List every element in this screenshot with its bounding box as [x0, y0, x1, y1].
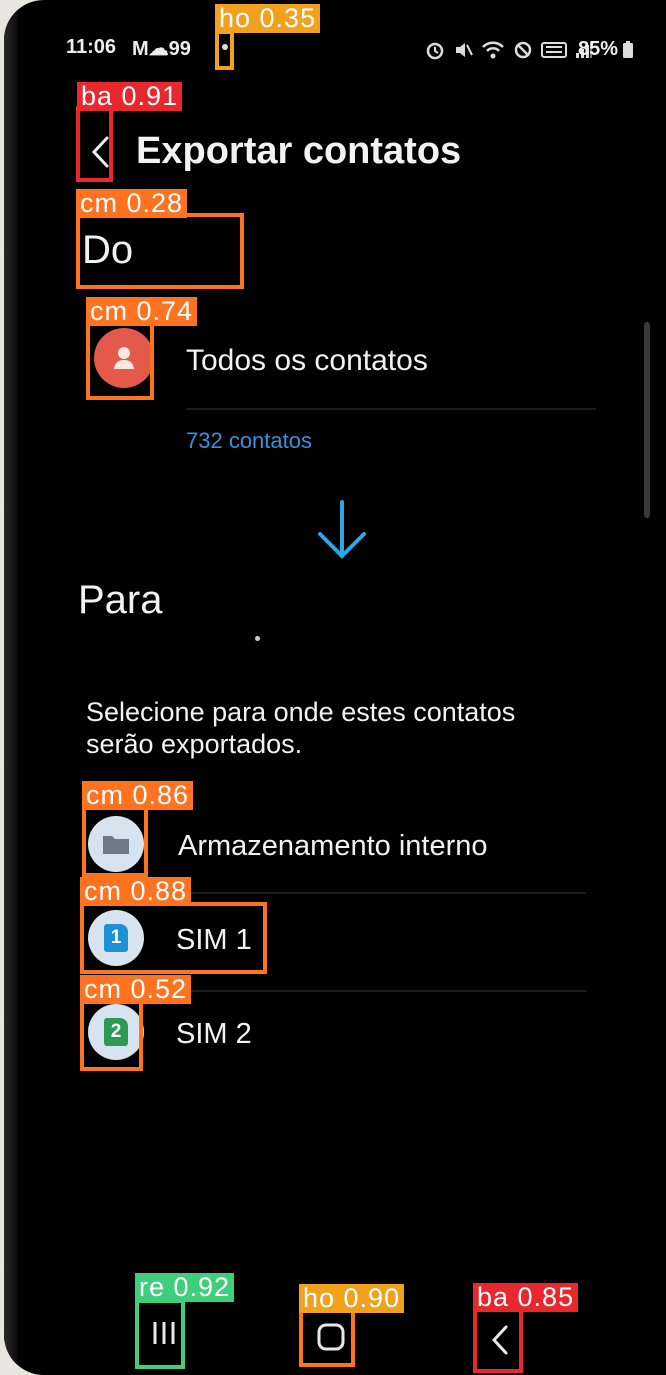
- scrollbar[interactable]: [644, 322, 650, 518]
- instruction-line-1: Selecione para onde estes contatos: [86, 697, 516, 727]
- source-label: Todos os contatos: [186, 344, 428, 377]
- detection-label: ho 0.35: [215, 4, 321, 33]
- status-battery: 85%: [578, 38, 634, 61]
- mute-icon: [456, 43, 473, 57]
- to-heading: Para: [78, 578, 163, 622]
- detection-box: [473, 1308, 523, 1373]
- wifi-icon: [482, 41, 504, 59]
- option-divider-1: [176, 892, 586, 894]
- alarm-icon: [426, 42, 444, 60]
- detection-label: cm 0.28: [76, 189, 188, 218]
- source-count: 732 contatos: [186, 428, 312, 453]
- detection-box: [86, 322, 154, 400]
- detection-label: ba 0.91: [77, 82, 183, 111]
- detection-box: [80, 902, 267, 974]
- detection-box: [215, 30, 234, 70]
- detection-box: [299, 1309, 355, 1367]
- arrow-down-icon: [318, 500, 366, 559]
- instruction-text: Selecione para onde estes contatos serão…: [86, 696, 515, 760]
- battery-percent: 85%: [578, 38, 619, 60]
- status-right-icons: [425, 40, 593, 60]
- option-label: Armazenamento interno: [178, 830, 488, 862]
- detection-box: [76, 213, 244, 289]
- detection-box: [80, 999, 143, 1071]
- page-title: Exportar contatos: [136, 130, 462, 172]
- detection-box: [135, 1299, 185, 1369]
- source-card[interactable]: Todos os contatos 732 contatos: [74, 308, 634, 468]
- detection-label: cm 0.88: [80, 877, 192, 906]
- detection-box: [82, 805, 148, 877]
- status-time: 11:06: [66, 36, 117, 58]
- detection-box: [76, 106, 113, 182]
- instruction-line-2: serão exportados.: [86, 729, 303, 759]
- volte-icon: [541, 42, 567, 58]
- detection-label: cm 0.52: [80, 975, 192, 1004]
- option-label: SIM 2: [176, 1018, 252, 1050]
- phone-bezel: [4, 0, 18, 1375]
- detection-label: cm 0.86: [82, 781, 194, 810]
- detection-label: re 0.92: [135, 1273, 235, 1302]
- detection-label: cm 0.74: [86, 297, 198, 326]
- detection-label: ba 0.85: [473, 1283, 579, 1312]
- source-divider: [186, 408, 596, 410]
- option-sim-2[interactable]: 2 SIM 2: [80, 996, 590, 1080]
- status-left-icons: M☁99: [132, 38, 191, 60]
- dot-mark: [255, 636, 260, 641]
- data-saver-icon: [514, 41, 532, 59]
- option-divider-2: [176, 990, 586, 992]
- detection-label: ho 0.90: [299, 1284, 405, 1313]
- battery-icon: [623, 40, 634, 58]
